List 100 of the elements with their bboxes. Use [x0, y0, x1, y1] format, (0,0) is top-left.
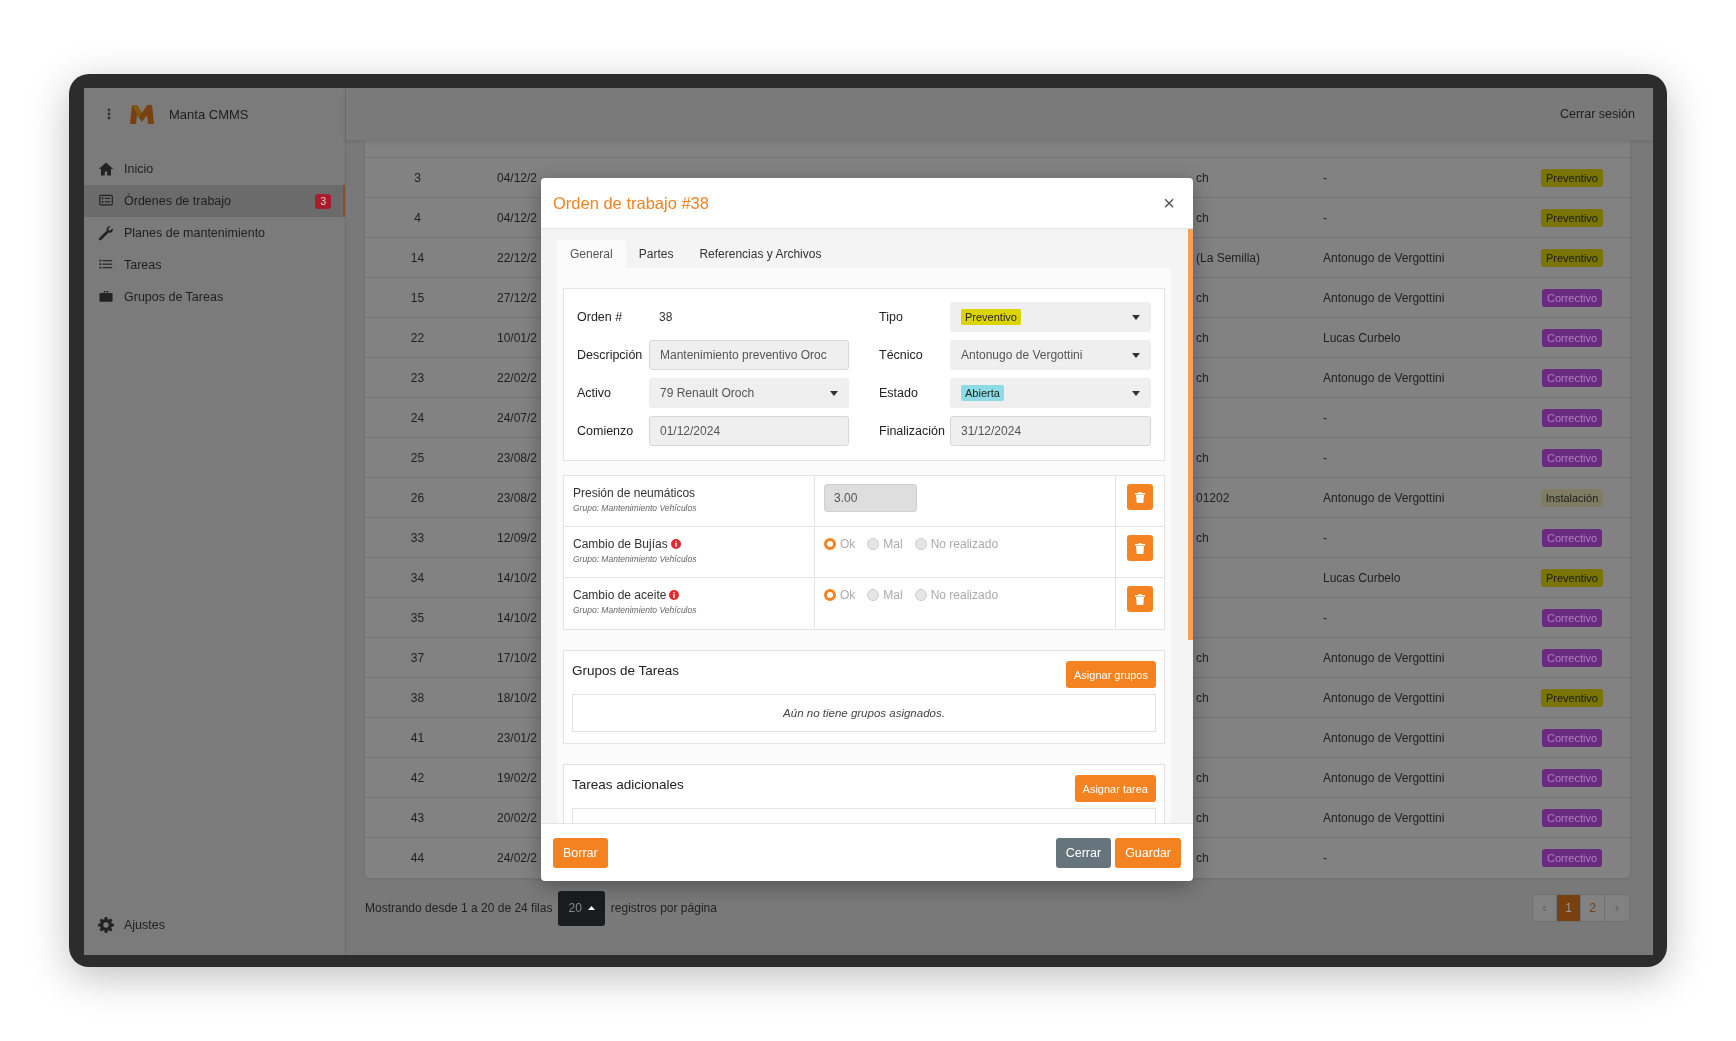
sidebar-item[interactable]: Grupos de Tareas — [84, 281, 345, 313]
assign-groups-button[interactable]: Asignar grupos — [1066, 661, 1156, 688]
table-cell-text: 01202 — [1195, 490, 1231, 505]
text-field[interactable]: 31/12/2024 — [950, 416, 1151, 446]
table-cell-text: ch — [1195, 810, 1210, 825]
dialog-title: Orden de trabajo #38 — [553, 193, 709, 213]
table-cell-text: 14/10/2 — [496, 610, 539, 625]
table-cell-text: 24/02/2 — [496, 851, 539, 865]
radio-option[interactable]: Ok — [824, 537, 856, 551]
caret-icon — [1132, 352, 1140, 358]
radio-option[interactable]: Mal — [867, 537, 903, 551]
table-cell-text: 33 — [409, 530, 426, 545]
field-label: Descripción — [577, 348, 644, 362]
radio-option[interactable]: Mal — [867, 588, 903, 602]
app-name: Manta CMMS — [169, 106, 249, 122]
table-cell-text: 37 — [409, 650, 426, 665]
table-cell-text: 4 — [413, 210, 422, 225]
sidebar-item[interactable]: Planes de mantenimiento — [84, 217, 345, 249]
field-label: Estado — [879, 386, 919, 400]
select-field[interactable]: 79 Renault Oroch — [649, 378, 849, 408]
type-badge: Correctivo — [1541, 448, 1603, 467]
select-field[interactable]: Abierta — [950, 378, 1151, 408]
delete-button[interactable] — [1127, 484, 1153, 510]
table-cell-text: - — [1323, 610, 1328, 625]
logo-icon — [129, 103, 155, 125]
radio-option[interactable]: Ok — [824, 588, 856, 602]
type-badge: Correctivo — [1541, 728, 1603, 747]
radio-option[interactable]: No realizado — [914, 537, 999, 551]
field-label: Finalización — [879, 424, 946, 438]
table-cell-text: - — [1323, 530, 1328, 545]
delete-button[interactable] — [1127, 586, 1153, 612]
logout-link[interactable]: Cerrar sesión — [1559, 107, 1635, 121]
table-cell-text: ch — [1195, 330, 1210, 345]
table-cell-text: Antonugo de Vergottini — [1323, 650, 1446, 665]
select-field[interactable]: Preventivo — [950, 302, 1151, 332]
type-badge: Correctivo — [1541, 648, 1603, 667]
table-cell-text: Antonugo de Vergottini — [1323, 250, 1446, 265]
settings-item[interactable]: Ajustes — [84, 909, 345, 941]
order-number: 38 — [658, 309, 674, 326]
section-title: Tareas adicionales — [572, 776, 684, 792]
table-cell-text: Antonugo de Vergottini — [1323, 690, 1446, 705]
select-field[interactable]: Antonugo de Vergottini — [950, 340, 1151, 370]
table-cell-text: 19/02/2 — [496, 770, 539, 785]
type-badge: Correctivo — [1541, 849, 1603, 867]
table-cell-text: 04/12/2 — [496, 210, 539, 225]
table-cell-text: 35 — [409, 610, 426, 625]
page-button[interactable]: 2 — [1581, 895, 1605, 921]
table-cell-text: ch — [1195, 851, 1210, 865]
table-cell-text: Antonugo de Vergottini — [1323, 290, 1446, 305]
sidebar-item[interactable]: Tareas — [84, 249, 345, 281]
close-button[interactable]: × — [1159, 191, 1179, 215]
table-cell-text: - — [1323, 450, 1328, 465]
table-cell-text: 25 — [409, 450, 426, 465]
section-title: Grupos de Tareas — [572, 662, 680, 678]
sidebar-item[interactable]: Inicio — [84, 153, 345, 185]
empty-message: Aún no tiene grupos asignados. — [572, 694, 1156, 732]
tab[interactable]: General — [557, 240, 626, 268]
table-cell-text: 22/12/2 — [496, 250, 539, 265]
status-badge: Abierta — [961, 385, 1004, 401]
table-cell-text: 24 — [409, 410, 426, 425]
table-cell-text: 14/10/2 — [496, 570, 539, 585]
rows-summary: Mostrando desde 1 a 20 de 24 filas — [365, 901, 553, 915]
table-cell-text: 20/02/2 — [496, 810, 539, 825]
text-field[interactable]: 01/12/2024 — [649, 416, 849, 446]
type-badge: Preventivo — [1541, 208, 1603, 227]
table-cell-text: 22 — [409, 330, 426, 345]
text-field[interactable]: Mantenimiento preventivo Oroc — [649, 340, 849, 370]
table-cell-text: 24/07/2 — [496, 410, 539, 425]
page-size-select[interactable]: 20 — [558, 890, 605, 926]
sidebar-item[interactable]: Órdenes de trabajo 3 — [84, 185, 345, 217]
table-cell-text: ch — [1195, 370, 1210, 385]
tab[interactable]: Referencias y Archivos — [686, 240, 835, 268]
assign-task-button[interactable]: Asignar tarea — [1074, 775, 1156, 802]
radio-option[interactable]: No realizado — [914, 588, 999, 602]
table-cell-text: ch — [1195, 170, 1210, 185]
table-cell-text: Antonugo de Vergottini — [1323, 770, 1446, 785]
table-cell-text: 42 — [409, 770, 426, 785]
table-cell-text: 10/01/2 — [496, 330, 539, 345]
table-cell-text: Lucas Curbelo — [1323, 570, 1402, 585]
table-cell-text: 23/01/2 — [496, 730, 539, 745]
tab[interactable]: Partes — [625, 240, 687, 268]
scrollbar-thumb[interactable] — [1188, 229, 1193, 640]
id-card-icon — [98, 194, 114, 208]
task-group: Grupo: Mantenimiento Vehículos — [573, 554, 814, 564]
home-icon — [98, 161, 114, 177]
table-cell-text: Antonugo de Vergottini — [1323, 490, 1446, 505]
trash-icon — [1135, 491, 1145, 503]
caret-up-icon — [587, 906, 595, 910]
close-button[interactable]: Cerrar — [1055, 837, 1112, 868]
delete-button[interactable] — [1127, 535, 1153, 561]
table-cell-text: - — [1323, 210, 1328, 225]
save-button[interactable]: Guardar — [1115, 837, 1181, 868]
type-badge: Preventivo — [1541, 568, 1603, 587]
delete-button[interactable]: Borrar — [553, 837, 608, 868]
number-field[interactable]: 3.00 — [824, 484, 917, 512]
page-button[interactable]: 1 — [1557, 895, 1581, 921]
table-cell-text: ch — [1195, 290, 1210, 305]
table-cell-text: Antonugo de Vergottini — [1323, 810, 1446, 825]
type-badge: Correctivo — [1541, 608, 1603, 627]
table-cell-text: 12/09/2 — [496, 530, 539, 545]
